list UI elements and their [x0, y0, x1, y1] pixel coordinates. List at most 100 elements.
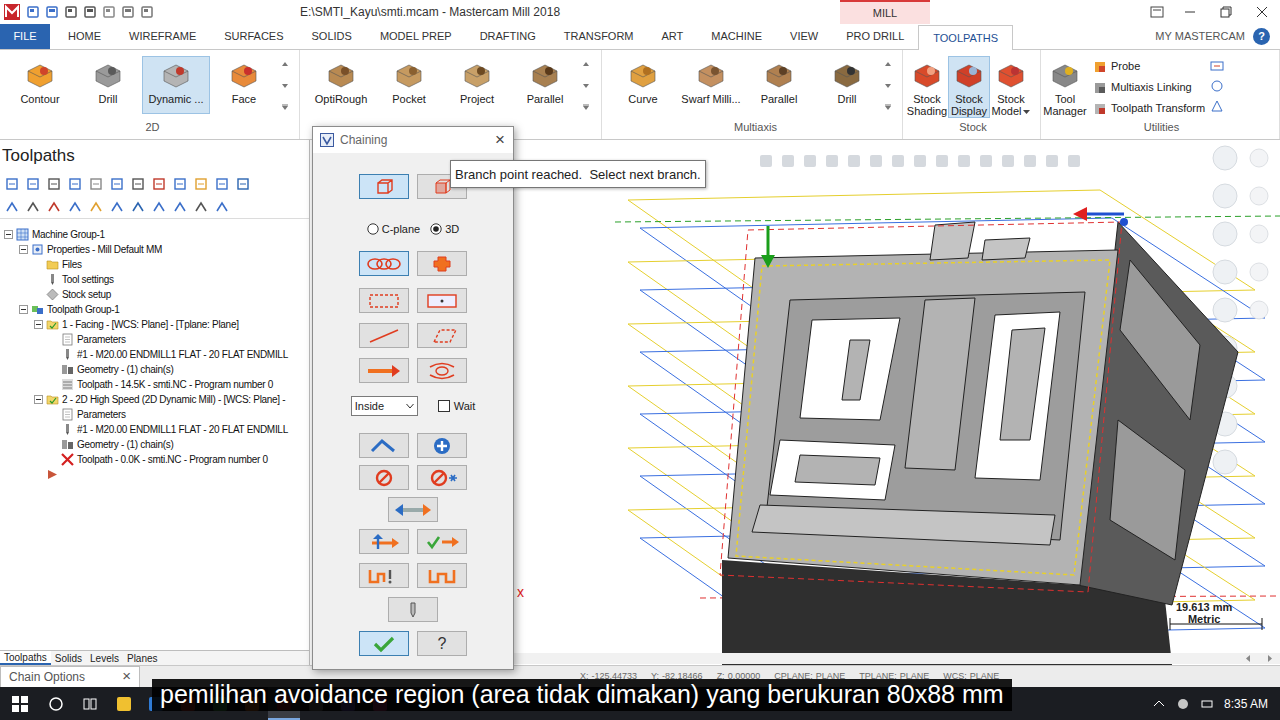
collapse-ribbon-icon[interactable] [1142, 0, 1172, 24]
chain-tool-button[interactable] [359, 174, 409, 199]
ribbon-button[interactable]: Swarf Milli... [677, 56, 745, 114]
tree-expander[interactable] [4, 230, 13, 239]
tree-item[interactable]: Geometry - (1) chain(s) [0, 437, 309, 452]
ribbon-tab[interactable]: HOME [54, 24, 115, 49]
toolbar-icon[interactable] [130, 199, 146, 215]
ribbon-button[interactable]: Parallel [511, 56, 579, 114]
ribbon-button[interactable]: Parallel [745, 56, 813, 114]
chain-tool-button[interactable] [388, 597, 438, 622]
wait-option[interactable]: Wait [438, 398, 476, 415]
task-view-icon[interactable] [82, 696, 98, 712]
radio-button[interactable] [430, 223, 442, 235]
chain-tool-button[interactable] [359, 288, 409, 313]
ribbon-tab[interactable]: TRANSFORM [550, 24, 648, 49]
tree-item[interactable]: Geometry - (1) chain(s) [0, 362, 309, 377]
chain-tool-button[interactable] [359, 465, 409, 490]
chain-tool-button[interactable] [417, 563, 467, 588]
tree-item[interactable]: Tool settings [0, 272, 309, 287]
chain-tool-button[interactable] [359, 433, 409, 458]
toolbar-icon[interactable] [88, 199, 104, 215]
ribbon-tab[interactable]: VIEW [776, 24, 832, 49]
ribbon-button[interactable]: Pocket [375, 56, 443, 114]
toolbar-icon[interactable] [193, 176, 209, 192]
ribbon-button[interactable]: Dynamic ... [142, 56, 210, 114]
ribbon-more[interactable] [884, 56, 894, 119]
chain-tool-button[interactable] [417, 323, 467, 348]
toolbar-icon[interactable] [109, 199, 125, 215]
chain-tool-button[interactable] [359, 323, 409, 348]
ribbon-button[interactable]: Face [210, 56, 278, 114]
utility-icon[interactable] [1210, 79, 1224, 93]
toolbar-icon[interactable] [67, 199, 83, 215]
tree-item[interactable]: Files [0, 257, 309, 272]
tree-item[interactable]: 2 - 2D High Speed (2D Dynamic Mill) - [W… [0, 392, 309, 407]
chain-tool-button[interactable] [359, 251, 409, 276]
close-icon[interactable] [1244, 0, 1280, 24]
quick-access-icon[interactable] [45, 5, 59, 19]
ribbon-tab[interactable]: SOLIDS [298, 24, 366, 49]
chain-tool-button[interactable] [417, 288, 467, 313]
ribbon-tab[interactable]: MACHINE [697, 24, 776, 49]
toolbar-icon[interactable] [25, 199, 41, 215]
toolbar-icon[interactable] [214, 176, 230, 192]
radio-option[interactable]: C-plane [367, 221, 421, 238]
utility-icon[interactable] [1210, 99, 1224, 113]
tree-item[interactable]: Toolpath Group-1 [0, 302, 309, 317]
toolbar-icon[interactable] [25, 176, 41, 192]
toolbar-icon[interactable] [130, 176, 146, 192]
search-icon[interactable] [48, 696, 64, 712]
toolbar-icon[interactable] [172, 199, 188, 215]
ok-button[interactable] [359, 631, 409, 656]
quick-access-icon[interactable] [83, 5, 97, 19]
toolbar-icon[interactable] [214, 199, 230, 215]
tree-expander[interactable] [19, 245, 28, 254]
ribbon-scroll[interactable] [582, 60, 592, 112]
toolbar-icon[interactable] [46, 176, 62, 192]
tree-item[interactable]: 1 - Facing - [WCS: Plane] - [Tplane: Pla… [0, 317, 309, 332]
tree-item[interactable]: Properties - Mill Default MM [0, 242, 309, 257]
ribbon-button[interactable]: OptiRough [307, 56, 375, 114]
toolbar-icon[interactable] [4, 176, 20, 192]
tree-item[interactable]: Stock setup [0, 287, 309, 302]
toolbar-icon[interactable] [88, 176, 104, 192]
panel-tab[interactable]: Levels [86, 651, 123, 665]
panel-tab[interactable]: Planes [123, 651, 162, 665]
checkbox[interactable] [438, 400, 450, 412]
toolbar-icon[interactable] [151, 176, 167, 192]
ribbon-scroll[interactable] [884, 60, 894, 112]
radio-option[interactable]: 3D [430, 221, 459, 238]
restore-icon[interactable] [1208, 0, 1244, 24]
help-button[interactable]: ? [1253, 28, 1270, 45]
ribbon-more[interactable] [582, 56, 592, 119]
tree-item[interactable]: Toolpath - 0.0K - smti.NC - Program numb… [0, 452, 309, 467]
ribbon-tab[interactable]: TOOLPATHS [918, 25, 1013, 50]
ribbon-button[interactable]: Drill [813, 56, 881, 114]
radio-button[interactable] [367, 223, 379, 235]
tree-expander[interactable] [34, 395, 43, 404]
ribbon-small-button[interactable]: Multiaxis Linking [1092, 79, 1206, 96]
toolbar-icon[interactable] [46, 199, 62, 215]
tree-item[interactable]: Parameters [0, 407, 309, 422]
ribbon-button[interactable]: Drill [74, 56, 142, 114]
panel-tab[interactable]: Toolpaths [0, 651, 51, 665]
ribbon-button[interactable]: Project [443, 56, 511, 114]
ribbon-tab[interactable]: DRAFTING [466, 24, 550, 49]
toolbar-icon[interactable] [109, 176, 125, 192]
tree-item[interactable]: #1 - M20.00 ENDMILL1 FLAT - 20 FLAT ENDM… [0, 422, 309, 437]
ribbon-tab[interactable]: WIREFRAME [115, 24, 210, 49]
quick-access-icon[interactable] [140, 5, 154, 19]
ribbon-tab[interactable]: SURFACES [210, 24, 297, 49]
ribbon-button[interactable]: Curve [609, 56, 677, 114]
chain-tool-button[interactable] [417, 251, 467, 276]
ribbon-button[interactable]: Stock Display [948, 56, 990, 118]
help-button[interactable]: ? [417, 631, 467, 656]
tree-item[interactable]: Parameters [0, 332, 309, 347]
chain-mode-dropdown[interactable]: Inside [351, 396, 418, 416]
chain-tool-button[interactable] [417, 465, 467, 490]
tree-item[interactable]: #1 - M20.00 ENDMILL1 FLAT - 20 FLAT ENDM… [0, 347, 309, 362]
ribbon-tab[interactable]: MODEL PREP [366, 24, 466, 49]
panel-tab[interactable]: Solids [51, 651, 86, 665]
ribbon-button[interactable]: Tool Manager [1044, 56, 1086, 118]
tree-item[interactable]: Machine Group-1 [0, 227, 309, 242]
ribbon-tab[interactable]: ART [648, 24, 698, 49]
